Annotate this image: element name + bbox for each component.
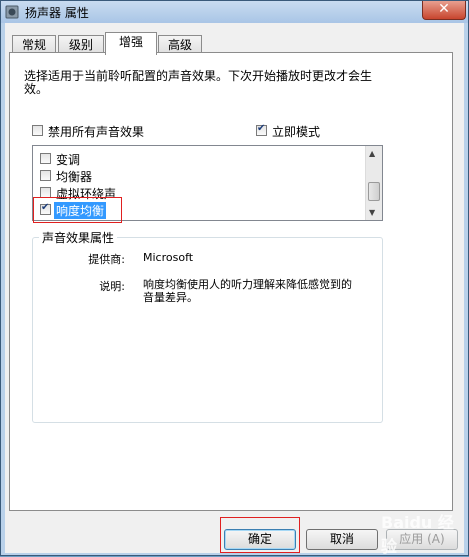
list-item[interactable]: 变调 <box>35 150 365 167</box>
title-bar[interactable]: 扬声器 属性 ✕ <box>1 1 468 23</box>
effect-checkbox[interactable] <box>40 170 51 181</box>
disable-all-label[interactable]: 禁用所有声音效果 <box>48 123 144 140</box>
desc-value-line2: 音量差异。 <box>143 291 198 304</box>
cancel-button[interactable]: 取消 <box>306 529 378 550</box>
watermark-logo: Baidu 经验 <box>381 513 454 556</box>
disable-all-checkbox[interactable] <box>32 125 43 136</box>
speaker-icon <box>5 5 19 19</box>
provider-label: 提供商: <box>88 253 125 266</box>
scroll-up-icon[interactable]: ▲ <box>369 149 375 158</box>
description-text: 选择适用于当前聆听配置的声音效果。下次开始播放时更改才会生效。 <box>24 69 373 96</box>
close-button[interactable]: ✕ <box>422 1 466 20</box>
immediate-mode-label[interactable]: 立即模式 <box>272 123 320 140</box>
scroll-thumb[interactable] <box>368 182 380 201</box>
list-item[interactable]: 均衡器 <box>35 167 365 184</box>
highlight-box <box>33 197 122 223</box>
scroll-down-icon[interactable]: ▼ <box>369 208 375 217</box>
group-title: 声音效果属性 <box>39 229 118 246</box>
desc-value-line1: 响度均衡使用人的听力理解来降低感觉到的 <box>143 278 352 291</box>
desc-label: 说明: <box>99 280 125 293</box>
window-title: 扬声器 属性 <box>25 6 89 20</box>
check-icon: ✔ <box>257 123 266 134</box>
highlight-box <box>220 517 300 553</box>
properties-window: 扬声器 属性 ✕ 常规 级别 增强 高级 选择适用于当前聆听配置的声音效果。下次… <box>0 0 469 556</box>
tab-enhancements[interactable]: 增强 <box>105 32 157 55</box>
effect-checkbox[interactable] <box>40 153 51 164</box>
close-icon: ✕ <box>438 1 450 17</box>
immediate-mode-checkbox[interactable]: ✔ <box>256 123 267 136</box>
list-scrollbar[interactable]: ▲ ▼ <box>365 146 382 220</box>
provider-value: Microsoft <box>143 251 194 264</box>
